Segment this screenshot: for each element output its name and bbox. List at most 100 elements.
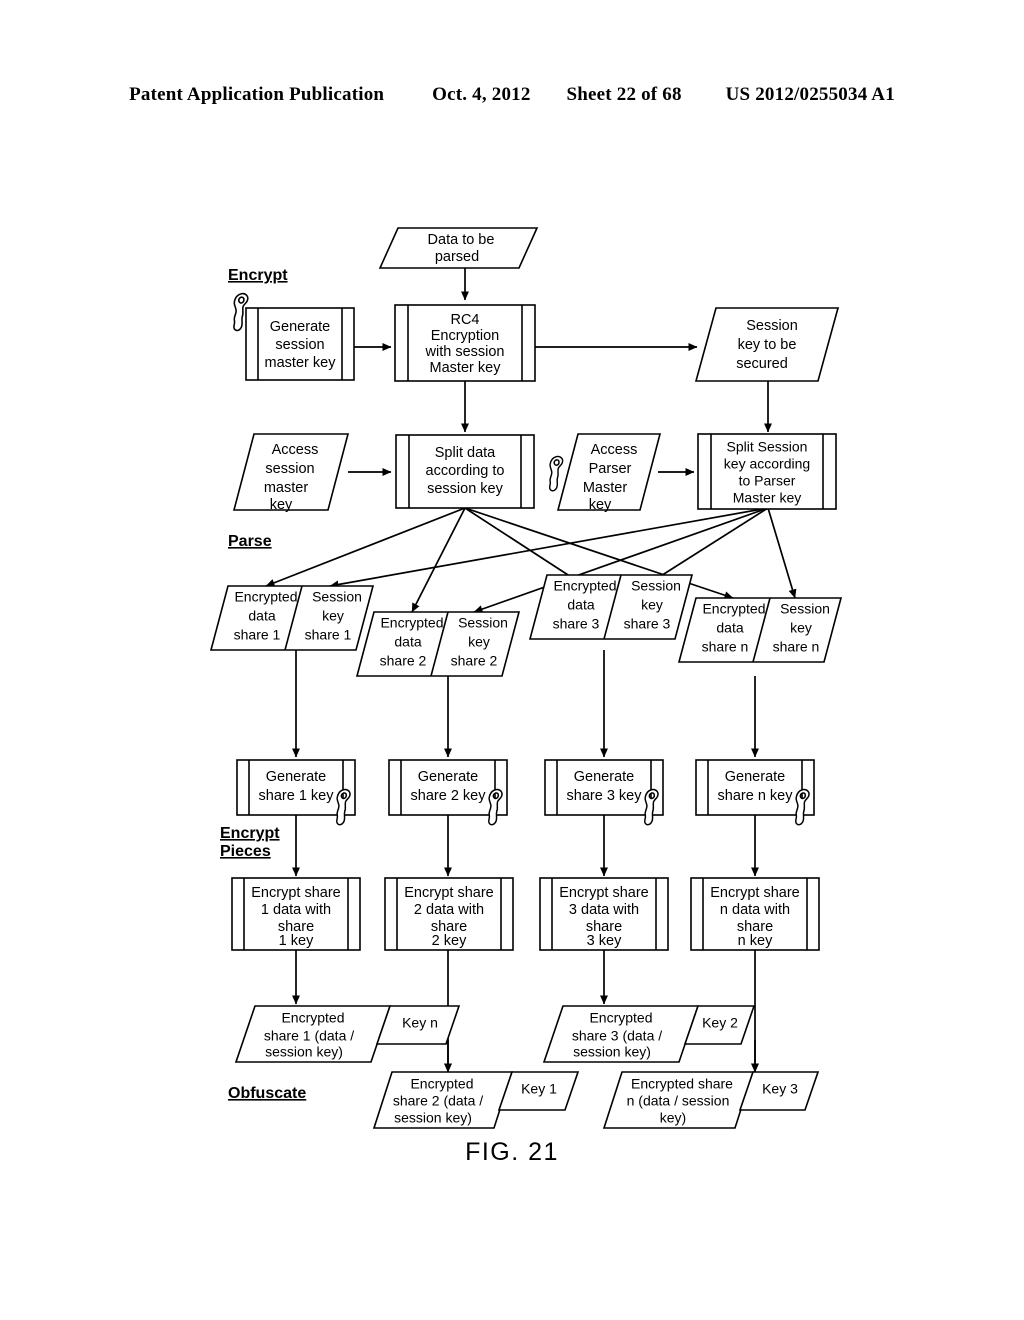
- split-session-line-2: key according: [724, 456, 810, 472]
- share-3-data-line-3: share 3: [553, 616, 600, 632]
- generate-share-n-key-line-1: Generate: [725, 769, 785, 785]
- share-parallelogram: Encrypted data share n Session key share…: [677, 597, 843, 663]
- split-data-line-1: Split data: [435, 445, 496, 461]
- session-key-secured-line-2: key to be: [738, 337, 797, 353]
- output-parallelogram: Encrypted share n (data / session key): [602, 1071, 755, 1129]
- node-generate-share-key: Generate share 1 key: [236, 759, 356, 816]
- generate-share-1-key-line-2: share 1 key: [259, 788, 335, 804]
- flowchart-figure-21: Encrypt Parse Encrypt Pieces Obfuscate D…: [209, 227, 843, 1129]
- output-parallelogram: Encrypted share 1 (data / session key): [234, 1005, 392, 1063]
- node-session-key-to-be-secured: Session key to be secured: [694, 307, 840, 382]
- output-2-key-label: Key 1: [521, 1081, 557, 1097]
- encrypt-share-2-line-4: 2 key: [432, 933, 467, 949]
- output-1-line-2: share 1 (data /: [264, 1028, 354, 1044]
- rc4-line-2: Encryption: [431, 328, 500, 344]
- share-2-data-line-1: Encrypted: [380, 615, 443, 631]
- section-label-encrypt-pieces-1: Encrypt: [220, 825, 280, 842]
- output-key-parallelogram: Key 2: [683, 1005, 756, 1045]
- generate-session-master-key-line-3: master key: [265, 355, 337, 371]
- output-3-line-3: session key): [573, 1044, 651, 1060]
- split-data-line-3: session key: [427, 481, 504, 497]
- key-icon: [548, 455, 564, 492]
- share-2-data-line-3: share 2: [380, 653, 427, 669]
- output-key-parallelogram: Key 1: [497, 1071, 580, 1111]
- generate-share-3-key-line-2: share 3 key: [567, 788, 643, 804]
- access-session-line-3: master: [264, 480, 308, 496]
- rc4-line-4: Master key: [430, 360, 502, 376]
- access-session-line-2: session: [265, 461, 314, 477]
- connector-splitdata-to-share1: [265, 507, 466, 587]
- share-1-key-line-2: key: [322, 608, 344, 624]
- output-1-line-1: Encrypted: [281, 1010, 344, 1026]
- connector-splitdata-to-share2: [411, 507, 466, 613]
- node-split-session-key: Split Session key according to Parser Ma…: [697, 433, 837, 510]
- output-1-line-3: session key): [265, 1044, 343, 1060]
- output-parallelogram: Encrypted share 3 (data / session key): [542, 1005, 700, 1063]
- share-3-data-line-2: data: [567, 597, 594, 613]
- output-key-parallelogram: Key 3: [738, 1071, 820, 1111]
- output-3-key-label: Key 2: [702, 1015, 738, 1031]
- node-encrypt-share: Encrypt share 1 data with share 1 key: [231, 877, 361, 951]
- node-generate-session-master-key: Generate session master key: [245, 307, 355, 381]
- section-label-parse: Parse: [228, 533, 272, 550]
- output-parallelogram: Encrypted share 2 (data / session key): [372, 1071, 514, 1129]
- node-generate-share-key: Generate share 3 key: [544, 759, 664, 816]
- generate-session-master-key-line-2: session: [275, 337, 324, 353]
- share-n-key-line-1: Session: [780, 601, 830, 617]
- section-label-obfuscate: Obfuscate: [228, 1085, 306, 1102]
- share-n-data-line-1: Encrypted: [702, 601, 765, 617]
- node-generate-share-key: Generate share 2 key: [388, 759, 508, 816]
- share-1-key-line-1: Session: [312, 589, 362, 605]
- node-rc4-encryption: RC4 Encryption with session Master key: [394, 304, 536, 382]
- access-parser-line-2: Parser: [589, 461, 632, 477]
- output-key-parallelogram: Key n: [375, 1005, 461, 1045]
- generate-share-1-key-line-1: Generate: [266, 769, 326, 785]
- access-parser-line-3: Master: [583, 480, 627, 496]
- node-encrypt-share: Encrypt share 3 data with share 3 key: [539, 877, 669, 951]
- split-session-line-3: to Parser: [739, 473, 796, 489]
- share-1-data-line-1: Encrypted: [234, 589, 297, 605]
- access-session-line-4: key: [270, 497, 293, 513]
- section-label-encrypt-pieces-2: Pieces: [220, 843, 271, 860]
- share-n-data-line-3: share n: [702, 639, 749, 655]
- generate-share-n-key-line-2: share n key: [718, 788, 794, 804]
- share-parallelogram: Encrypted data share 1 Session key share…: [209, 585, 375, 651]
- output-2-line-3: session key): [394, 1110, 472, 1126]
- share-1-data-line-3: share 1: [234, 627, 281, 643]
- encrypt-share-2-line-2: 2 data with: [414, 902, 484, 918]
- share-3-key-line-3: share 3: [624, 616, 671, 632]
- encrypt-share-1-line-4: 1 key: [279, 933, 314, 949]
- node-split-data: Split data according to session key: [395, 434, 535, 509]
- output-n-line-2: n (data / session: [627, 1093, 730, 1109]
- session-key-secured-line-3: secured: [736, 356, 788, 372]
- share-2-data-line-2: data: [394, 634, 421, 650]
- node-access-parser-master-key: Access Parser Master key: [556, 433, 662, 513]
- encrypt-share-3-line-4: 3 key: [587, 933, 622, 949]
- session-key-secured-line-1: Session: [746, 318, 798, 334]
- encrypt-share-n-line-4: n key: [738, 933, 773, 949]
- share-2-key-line-2: key: [468, 634, 490, 650]
- access-parser-line-1: Access: [591, 442, 638, 458]
- connector-splitsession-to-sharen: [767, 507, 797, 599]
- node-encrypt-share: Encrypt share n data with share n key: [690, 877, 820, 951]
- node-encrypt-share: Encrypt share 2 data with share 2 key: [384, 877, 514, 951]
- share-n-data-line-2: data: [716, 620, 743, 636]
- output-n-key-label: Key 3: [762, 1081, 798, 1097]
- generate-share-3-key-line-1: Generate: [574, 769, 634, 785]
- encrypt-share-1-line-2: 1 data with: [261, 902, 331, 918]
- encrypt-share-3-line-1: Encrypt share: [559, 885, 648, 901]
- generate-share-2-key-line-1: Generate: [418, 769, 478, 785]
- output-n-line-3: key): [660, 1110, 686, 1126]
- node-access-session-master-key: Access session master key: [232, 433, 350, 513]
- share-1-data-line-2: data: [248, 608, 275, 624]
- output-n-line-1: Encrypted share: [631, 1076, 733, 1092]
- encrypt-share-n-line-1: Encrypt share: [710, 885, 799, 901]
- share-1-key-line-3: share 1: [305, 627, 352, 643]
- output-3-line-1: Encrypted: [589, 1010, 652, 1026]
- output-3-line-2: share 3 (data /: [572, 1028, 662, 1044]
- split-session-line-1: Split Session: [727, 439, 808, 455]
- data-to-be-parsed-line-1: Data to be: [428, 232, 495, 248]
- encrypt-share-n-line-2: n data with: [720, 902, 790, 918]
- share-3-key-line-1: Session: [631, 578, 681, 594]
- node-data-to-be-parsed: Data to be parsed: [378, 227, 539, 269]
